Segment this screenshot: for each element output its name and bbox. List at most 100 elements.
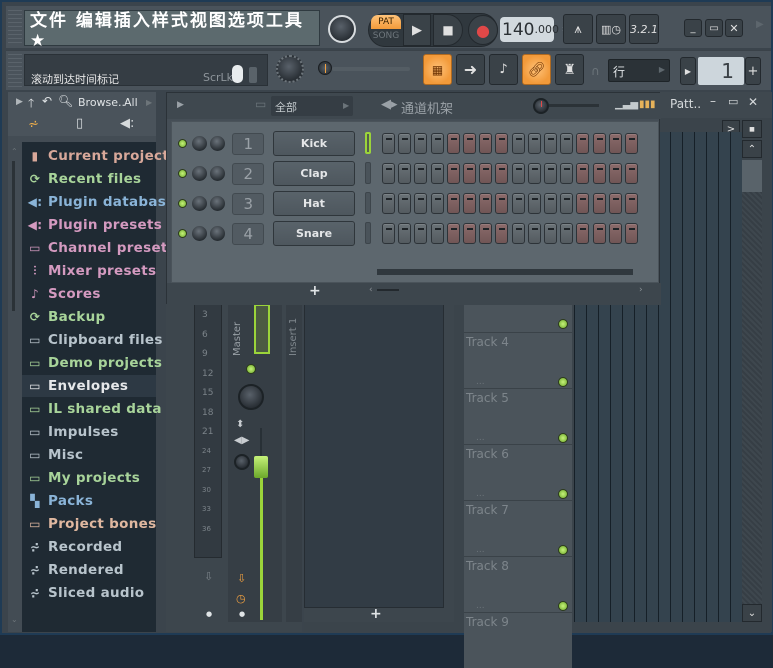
tempo-slider-handle[interactable] bbox=[318, 61, 332, 75]
track-mute-led[interactable] bbox=[558, 319, 568, 329]
step-button[interactable] bbox=[527, 193, 541, 214]
latency-clock-icon[interactable]: ◷ bbox=[236, 592, 246, 605]
step-button[interactable] bbox=[576, 223, 590, 244]
metronome-button[interactable]: ⩚ bbox=[563, 14, 593, 44]
track-mute-led[interactable] bbox=[558, 489, 568, 499]
channel-pan-knob[interactable] bbox=[192, 136, 207, 151]
step-button[interactable] bbox=[625, 163, 638, 184]
filter-arrow-icon[interactable]: ▶ bbox=[146, 98, 152, 107]
step-button[interactable] bbox=[527, 133, 541, 154]
step-button[interactable] bbox=[414, 163, 428, 184]
up-arrow-icon[interactable]: 🡑 bbox=[28, 94, 34, 115]
scroll-thumb[interactable] bbox=[12, 161, 15, 311]
main-menu[interactable]: 文件 编辑插入样式视图选项工具 ★ bbox=[24, 10, 320, 51]
channel-name-button[interactable]: Snare bbox=[273, 221, 355, 246]
playlist-title[interactable]: Patt.. bbox=[670, 97, 701, 111]
step-button[interactable] bbox=[625, 193, 638, 214]
playlist-minimize-icon[interactable]: – bbox=[710, 94, 716, 108]
channel-volume-knob[interactable] bbox=[210, 226, 225, 241]
pattern-prev-button[interactable]: ▶ bbox=[680, 57, 696, 85]
channel-select-indicator[interactable] bbox=[365, 192, 371, 214]
channel-select-indicator[interactable] bbox=[365, 132, 371, 154]
scroll-up-icon[interactable]: ⌃ bbox=[11, 147, 18, 156]
add-pattern-button[interactable]: + bbox=[745, 57, 761, 85]
channel-pan-knob[interactable] bbox=[192, 166, 207, 181]
vertical-scrollbar[interactable] bbox=[742, 192, 762, 604]
step-button[interactable] bbox=[511, 223, 525, 244]
step-button[interactable] bbox=[495, 193, 509, 214]
channel-filter-select[interactable]: 全部 ▶ bbox=[271, 96, 353, 116]
document-icon[interactable]: ▯ bbox=[76, 116, 83, 131]
step-button[interactable] bbox=[511, 193, 525, 214]
route-dot-icon-2[interactable]: ● bbox=[206, 610, 212, 618]
channel-volume-knob[interactable] bbox=[210, 196, 225, 211]
step-button[interactable] bbox=[608, 163, 622, 184]
channel-mute-led[interactable] bbox=[178, 169, 187, 178]
track-mute-led[interactable] bbox=[558, 377, 568, 387]
step-button[interactable] bbox=[625, 223, 638, 244]
step-button[interactable] bbox=[544, 163, 557, 184]
track-mute-led[interactable] bbox=[558, 545, 568, 555]
record-arm-icon[interactable]: ⇩ bbox=[237, 572, 246, 585]
route-dot-icon[interactable]: ● bbox=[239, 610, 245, 618]
channel-select-indicator[interactable] bbox=[365, 162, 371, 184]
playlist-maximize-icon[interactable]: ▭ bbox=[728, 95, 738, 108]
step-button[interactable] bbox=[479, 163, 493, 184]
scroll-down-button[interactable]: ⌄ bbox=[742, 604, 762, 622]
step-button[interactable] bbox=[414, 223, 428, 244]
playlist-track[interactable]: ... Track 9 bbox=[464, 601, 572, 668]
track-menu-dots[interactable]: ... bbox=[476, 601, 485, 611]
step-button[interactable] bbox=[560, 133, 574, 154]
browser-item[interactable]: ▭ IL shared data bbox=[26, 398, 162, 420]
step-button[interactable] bbox=[463, 223, 476, 244]
channel-volume-knob[interactable] bbox=[210, 166, 225, 181]
pattern-number[interactable]: 1 bbox=[698, 57, 744, 85]
browser-title[interactable]: Browse.. bbox=[78, 96, 125, 109]
track-menu-dots[interactable]: ... bbox=[476, 489, 485, 499]
step-button[interactable] bbox=[446, 193, 460, 214]
step-button[interactable] bbox=[382, 223, 395, 244]
step-button[interactable] bbox=[446, 223, 460, 244]
step-button[interactable] bbox=[608, 133, 622, 154]
step-button[interactable] bbox=[495, 223, 509, 244]
pat-song-toggle[interactable]: PAT SONG bbox=[371, 15, 401, 45]
step-button[interactable] bbox=[414, 133, 428, 154]
minimize-button[interactable]: _ bbox=[684, 19, 702, 37]
step-button[interactable] bbox=[592, 163, 606, 184]
play-button[interactable]: ▶ bbox=[403, 14, 431, 46]
step-button[interactable] bbox=[576, 163, 590, 184]
step-button[interactable] bbox=[446, 163, 460, 184]
step-button[interactable] bbox=[430, 163, 444, 184]
step-button[interactable] bbox=[479, 133, 493, 154]
tempo-display[interactable]: 140.000⬍ bbox=[500, 17, 568, 42]
channel-pan-knob[interactable] bbox=[192, 196, 207, 211]
channel-mixer-track[interactable]: 4 bbox=[232, 223, 264, 245]
knob-tweak-button[interactable]: ♜ bbox=[555, 54, 584, 85]
more-arrow-icon[interactable]: ▶ bbox=[756, 19, 764, 30]
channel-mixer-track[interactable]: 3 bbox=[232, 193, 264, 215]
browser-item[interactable]: ⩫ Rendered bbox=[26, 559, 124, 581]
browser-scrollbar[interactable]: ⌃ ⌄ bbox=[11, 147, 18, 627]
rack-scroll-thumb[interactable] bbox=[377, 289, 399, 291]
stereo-icon[interactable]: ⬍ bbox=[236, 419, 244, 430]
scroll-right-icon[interactable]: › bbox=[639, 285, 643, 295]
scroll-up-button[interactable]: ⌃ bbox=[742, 140, 762, 158]
master-pitch-knob[interactable] bbox=[276, 55, 304, 83]
track-menu-dots[interactable]: ... bbox=[476, 545, 485, 555]
channel-mute-led[interactable] bbox=[178, 199, 187, 208]
swap-icon[interactable]: ◀▶ bbox=[234, 435, 249, 446]
step-button[interactable] bbox=[560, 163, 574, 184]
browser-item[interactable]: ▭ Channel presets bbox=[26, 237, 176, 259]
channel-volume-knob[interactable] bbox=[210, 136, 225, 151]
track-mute-led[interactable] bbox=[558, 601, 568, 611]
master-fader-handle[interactable] bbox=[254, 456, 268, 478]
channel-name-button[interactable]: Hat bbox=[273, 191, 355, 216]
maximize-button[interactable]: ▭ bbox=[705, 19, 723, 37]
step-button[interactable] bbox=[592, 133, 606, 154]
browser-item[interactable]: ⩫ Recorded bbox=[26, 536, 122, 558]
browser-item[interactable]: ♪ Scores bbox=[26, 283, 101, 305]
step-button[interactable] bbox=[382, 163, 395, 184]
step-button[interactable] bbox=[398, 163, 412, 184]
snap-grid-button[interactable]: ▦ bbox=[423, 54, 452, 85]
step-button[interactable] bbox=[608, 223, 622, 244]
